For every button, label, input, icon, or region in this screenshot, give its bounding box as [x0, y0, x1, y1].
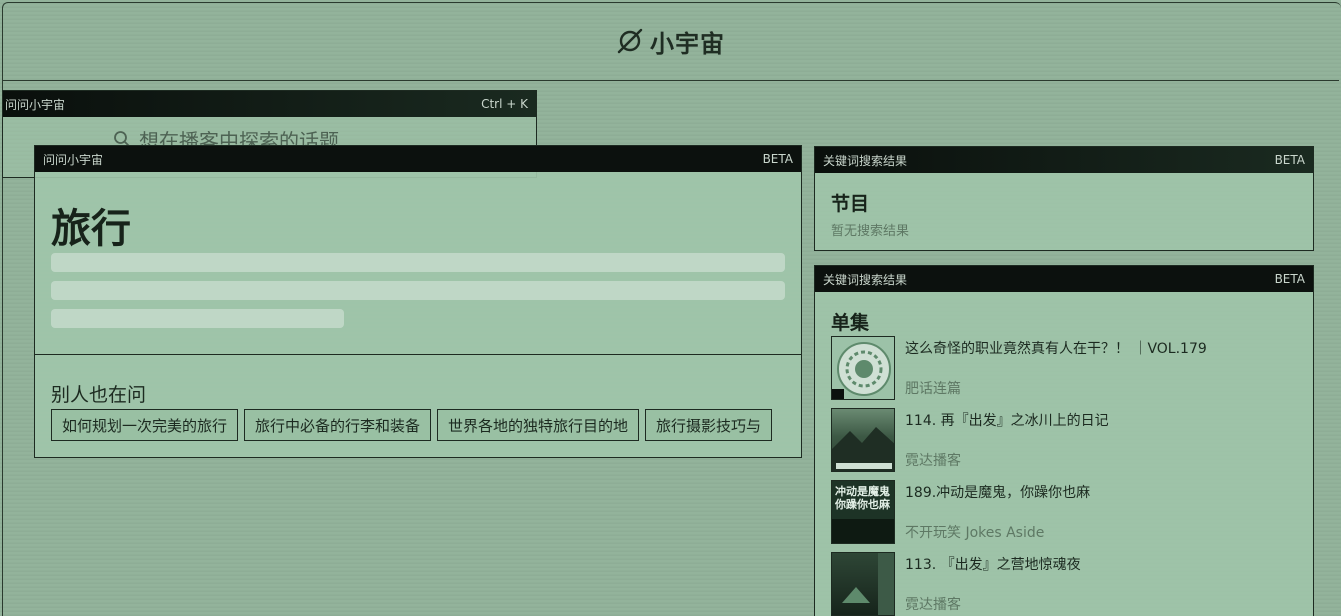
divider: [35, 354, 801, 355]
episode-cover: [831, 552, 895, 616]
suggestion-chip[interactable]: 旅行摄影技巧与: [645, 409, 773, 441]
shows-results-panel: 关键词搜索结果 BETA 节目 暂无搜索结果: [814, 146, 1314, 251]
episode-title: 189.冲动是魔鬼，你躁你也麻: [905, 485, 1091, 501]
planet-icon: [617, 28, 643, 54]
episode-item[interactable]: 114. 再『出发』之冰川上的日记 霓达播客: [831, 408, 1301, 474]
beta-badge: BETA: [1274, 153, 1305, 167]
episode-item[interactable]: 113. 『出发』之营地惊魂夜 霓达播客: [831, 552, 1301, 616]
loading-skeleton-line: [51, 309, 344, 328]
episode-title: 113. 『出发』之营地惊魂夜: [905, 557, 1081, 573]
suggestion-chips: 如何规划一次完美的旅行 旅行中必备的行李和装备 世界各地的独特旅行目的地 旅行摄…: [51, 409, 801, 441]
episodes-panel-title: 关键词搜索结果: [823, 272, 908, 287]
answer-panel-title: 问问小宇宙: [43, 152, 104, 167]
episodes-results-panel: 关键词搜索结果 BETA 单集 这么奇怪的职业竟然真有人在干？！ ｜VOL.17…: [814, 265, 1314, 616]
episode-cover: [831, 408, 895, 472]
suggestion-chip[interactable]: 世界各地的独特旅行目的地: [437, 409, 640, 441]
episode-item[interactable]: 这么奇怪的职业竟然真有人在干？！ ｜VOL.179 肥话连篇: [831, 336, 1301, 402]
episode-cover: [831, 336, 895, 400]
shows-panel-title: 关键词搜索结果: [823, 153, 908, 168]
episode-cover: 冲动是魔鬼 你躁你也麻: [831, 480, 895, 544]
loading-skeleton-line: [51, 281, 785, 300]
search-panel-title: 问问小宇宙: [5, 97, 66, 112]
episode-show-name: 肥话连篇: [905, 381, 961, 397]
answer-panel-header: 问问小宇宙 BETA: [35, 146, 801, 172]
app-name: 小宇宙: [650, 29, 725, 58]
top-bar: 小宇宙: [2, 2, 1339, 81]
beta-badge: BETA: [1274, 272, 1305, 286]
answer-panel: 问问小宇宙 BETA 旅行 别人也在问 如何规划一次完美的旅行 旅行中必备的行李…: [34, 145, 802, 458]
episode-show-name: 霓达播客: [905, 597, 961, 613]
episode-title: 这么奇怪的职业竟然真有人在干？！ ｜VOL.179: [905, 341, 1207, 357]
episode-item[interactable]: 冲动是魔鬼 你躁你也麻 189.冲动是魔鬼，你躁你也麻 不开玩笑 Jokes A…: [831, 480, 1301, 546]
others-asking-title: 别人也在问: [51, 384, 147, 406]
app-logo[interactable]: 小宇宙: [616, 24, 725, 59]
suggestion-chip[interactable]: 如何规划一次完美的旅行: [51, 409, 239, 441]
shows-panel-header: 关键词搜索结果 BETA: [815, 147, 1313, 173]
search-panel-header: 问问小宇宙 Ctrl + K: [3, 91, 536, 117]
shortcut-hint: Ctrl + K: [481, 97, 528, 111]
shows-section-title: 节目: [831, 193, 870, 215]
episode-title: 114. 再『出发』之冰川上的日记: [905, 413, 1109, 429]
episode-show-name: 霓达播客: [905, 453, 961, 469]
empty-results-text: 暂无搜索结果: [831, 224, 910, 239]
episodes-panel-header: 关键词搜索结果 BETA: [815, 266, 1313, 292]
episodes-section-title: 单集: [831, 312, 870, 334]
episode-show-name: 不开玩笑 Jokes Aside: [905, 525, 1045, 541]
suggestion-chip[interactable]: 旅行中必备的行李和装备: [244, 409, 432, 441]
beta-badge: BETA: [762, 152, 793, 166]
loading-skeleton-line: [51, 253, 785, 272]
query-title: 旅行: [51, 206, 131, 252]
